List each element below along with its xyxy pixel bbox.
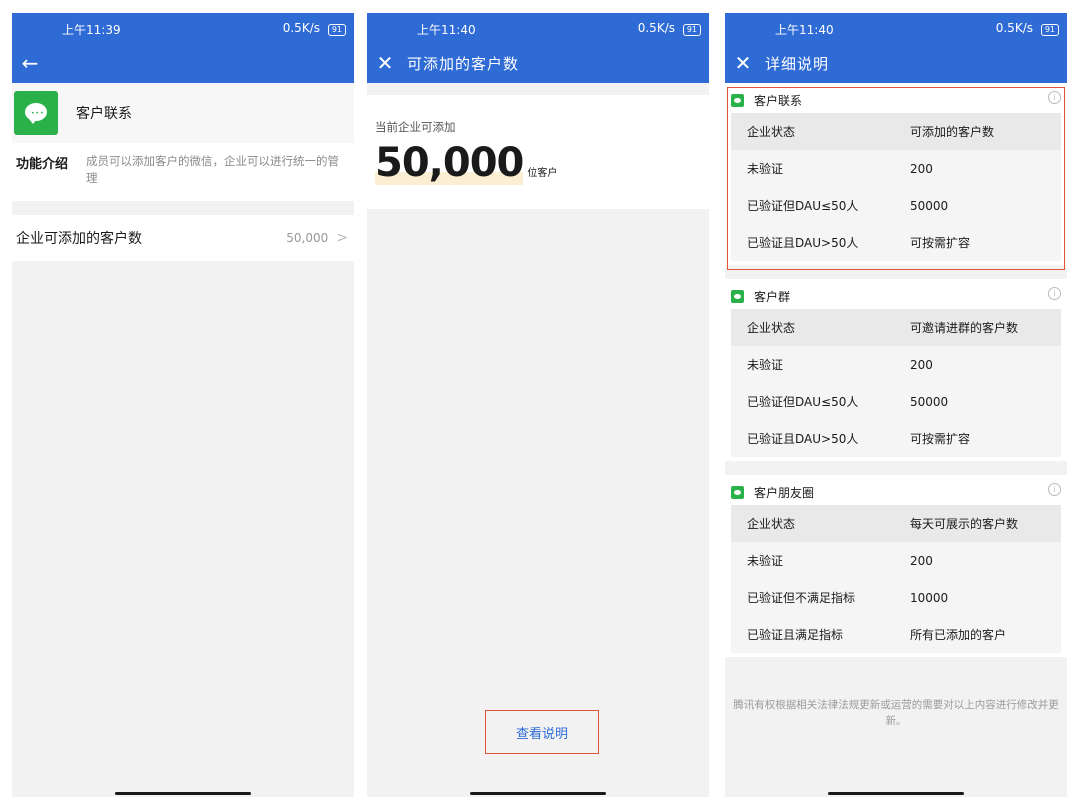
customer-limit-value: 50,000 bbox=[286, 231, 329, 245]
status-indicators: 0.5K/s 91 bbox=[283, 21, 346, 36]
customer-count-card: 当前企业可添加 50,000 位客户 bbox=[367, 95, 709, 209]
network-speed: 0.5K/s bbox=[995, 21, 1033, 35]
table-row: 已验证且满足指标 所有已添加的客户 bbox=[731, 616, 1061, 653]
status-bar: 上午11:39 0.5K/s 91 bbox=[12, 13, 354, 43]
table-cell: 200 bbox=[894, 150, 1061, 187]
status-time: 上午11:39 bbox=[62, 23, 121, 37]
customer-limit-row[interactable]: 企业可添加的客户数 50,000 > bbox=[12, 215, 354, 261]
status-time: 上午11:40 bbox=[417, 23, 476, 37]
section-customer-group: 客户群 i 企业状态 可邀请进群的客户数 未验证 200 已验证但DAU≤50人… bbox=[725, 279, 1067, 461]
table-cell: 10000 bbox=[894, 579, 1061, 616]
table-cell: 50000 bbox=[894, 383, 1061, 420]
network-speed: 0.5K/s bbox=[282, 21, 320, 35]
customer-limit-label: 企业可添加的客户数 bbox=[16, 231, 142, 247]
table-cell: 200 bbox=[894, 346, 1061, 383]
limits-table: 企业状态 可邀请进群的客户数 未验证 200 已验证但DAU≤50人 50000… bbox=[731, 309, 1061, 457]
table-cell: 所有已添加的客户 bbox=[894, 616, 1061, 653]
battery-icon: 91 bbox=[327, 24, 346, 36]
close-icon[interactable]: ✕ bbox=[731, 51, 755, 75]
home-indicator bbox=[115, 792, 251, 795]
phone-screen-customer-count: 上午11:40 0.5K/s 91 ✕ 可添加的客户数 当前企业可添加 50,0… bbox=[367, 13, 709, 797]
table-row: 未验证 200 bbox=[731, 346, 1061, 383]
table-header-cell: 可邀请进群的客户数 bbox=[894, 309, 1061, 346]
table-cell: 已验证但DAU≤50人 bbox=[731, 187, 894, 224]
table-cell: 已验证且满足指标 bbox=[731, 616, 894, 653]
table-cell: 已验证但不满足指标 bbox=[731, 579, 894, 616]
table-row: 未验证 200 bbox=[731, 542, 1061, 579]
table-cell: 已验证且DAU>50人 bbox=[731, 420, 894, 457]
count-unit: 位客户 bbox=[527, 168, 558, 179]
page-title: 可添加的客户数 bbox=[407, 54, 520, 73]
view-explanation-button[interactable]: 查看说明 bbox=[485, 710, 599, 754]
info-icon[interactable]: i bbox=[1048, 91, 1061, 104]
table-cell: 已验证且DAU>50人 bbox=[731, 224, 894, 261]
network-speed: 0.5K/s bbox=[637, 21, 675, 35]
section-title: 客户群 bbox=[754, 289, 791, 304]
home-indicator bbox=[470, 792, 606, 795]
status-time: 上午11:40 bbox=[775, 23, 834, 37]
intro-text: 成员可以添加客户的微信，企业可以进行统一的管理 bbox=[86, 154, 339, 185]
chat-bubble-icon bbox=[731, 93, 744, 107]
moments-icon bbox=[731, 485, 744, 499]
app-header: ••• 客户联系 bbox=[12, 83, 354, 143]
page-title: 详细说明 bbox=[765, 54, 830, 73]
table-cell: 200 bbox=[894, 542, 1061, 579]
status-indicators: 0.5K/s 91 bbox=[638, 21, 701, 36]
section-title: 客户朋友圈 bbox=[754, 485, 815, 500]
table-header-row: 企业状态 可邀请进群的客户数 bbox=[731, 309, 1061, 346]
info-icon[interactable]: i bbox=[1048, 287, 1061, 300]
table-row: 已验证且DAU>50人 可按需扩容 bbox=[731, 420, 1061, 457]
table-cell: 未验证 bbox=[731, 346, 894, 383]
table-header-cell: 每天可展示的客户数 bbox=[894, 505, 1061, 542]
battery-icon: 91 bbox=[682, 24, 701, 36]
section-title: 客户联系 bbox=[754, 93, 803, 108]
nav-bar: ✕ 可添加的客户数 bbox=[367, 43, 709, 83]
app-name: 客户联系 bbox=[76, 106, 132, 122]
limits-table: 企业状态 可添加的客户数 未验证 200 已验证但DAU≤50人 50000 已… bbox=[731, 113, 1061, 261]
phone-screen-details: 上午11:40 0.5K/s 91 ✕ 详细说明 客户联系 i 企业状态 可添加… bbox=[725, 13, 1067, 797]
table-cell: 50000 bbox=[894, 187, 1061, 224]
disclaimer-text: 腾讯有权根据相关法律法规更新或运营的需要对以上内容进行修改并更新。 bbox=[733, 699, 1059, 727]
table-cell: 未验证 bbox=[731, 542, 894, 579]
close-icon[interactable]: ✕ bbox=[373, 51, 397, 75]
phone-screen-customer-contact: 上午11:39 0.5K/s 91 ← ••• 客户联系 功能介绍 成员可以添加… bbox=[12, 13, 354, 797]
table-header-cell: 企业状态 bbox=[731, 505, 894, 542]
status-indicators: 0.5K/s 91 bbox=[996, 21, 1059, 36]
intro-label: 功能介绍 bbox=[16, 157, 69, 172]
section-customer-contact: 客户联系 i 企业状态 可添加的客户数 未验证 200 已验证但DAU≤50人 … bbox=[725, 83, 1067, 265]
table-header-row: 企业状态 每天可展示的客户数 bbox=[731, 505, 1061, 542]
table-cell: 未验证 bbox=[731, 150, 894, 187]
chat-bubble-icon: ••• bbox=[14, 91, 58, 135]
divider bbox=[725, 265, 1067, 279]
table-row: 未验证 200 bbox=[731, 150, 1061, 187]
limits-table: 企业状态 每天可展示的客户数 未验证 200 已验证但不满足指标 10000 已… bbox=[731, 505, 1061, 653]
group-icon bbox=[731, 289, 744, 303]
customer-count: 50,000 bbox=[375, 140, 524, 186]
table-row: 已验证但DAU≤50人 50000 bbox=[731, 187, 1061, 224]
table-cell: 可按需扩容 bbox=[894, 224, 1061, 261]
table-cell: 已验证但DAU≤50人 bbox=[731, 383, 894, 420]
table-header-cell: 企业状态 bbox=[731, 113, 894, 150]
table-header-cell: 可添加的客户数 bbox=[894, 113, 1061, 150]
info-icon[interactable]: i bbox=[1048, 483, 1061, 496]
count-label: 当前企业可添加 bbox=[375, 120, 456, 134]
table-row: 已验证但DAU≤50人 50000 bbox=[731, 383, 1061, 420]
nav-bar: ← bbox=[12, 43, 354, 83]
table-row: 已验证但不满足指标 10000 bbox=[731, 579, 1061, 616]
table-row: 已验证且DAU>50人 可按需扩容 bbox=[731, 224, 1061, 261]
home-indicator bbox=[828, 792, 964, 795]
section-customer-moments: 客户朋友圈 i 企业状态 每天可展示的客户数 未验证 200 已验证但不满足指标… bbox=[725, 475, 1067, 657]
chevron-right-icon: > bbox=[336, 230, 348, 246]
feature-intro: 功能介绍 成员可以添加客户的微信，企业可以进行统一的管理 bbox=[12, 143, 354, 201]
divider bbox=[12, 201, 354, 215]
table-header-row: 企业状态 可添加的客户数 bbox=[731, 113, 1061, 150]
arrow-left-icon[interactable]: ← bbox=[18, 51, 42, 75]
table-header-cell: 企业状态 bbox=[731, 309, 894, 346]
status-bar: 上午11:40 0.5K/s 91 bbox=[367, 13, 709, 43]
status-bar: 上午11:40 0.5K/s 91 bbox=[725, 13, 1067, 43]
nav-bar: ✕ 详细说明 bbox=[725, 43, 1067, 83]
table-cell: 可按需扩容 bbox=[894, 420, 1061, 457]
battery-icon: 91 bbox=[1040, 24, 1059, 36]
divider bbox=[725, 461, 1067, 475]
